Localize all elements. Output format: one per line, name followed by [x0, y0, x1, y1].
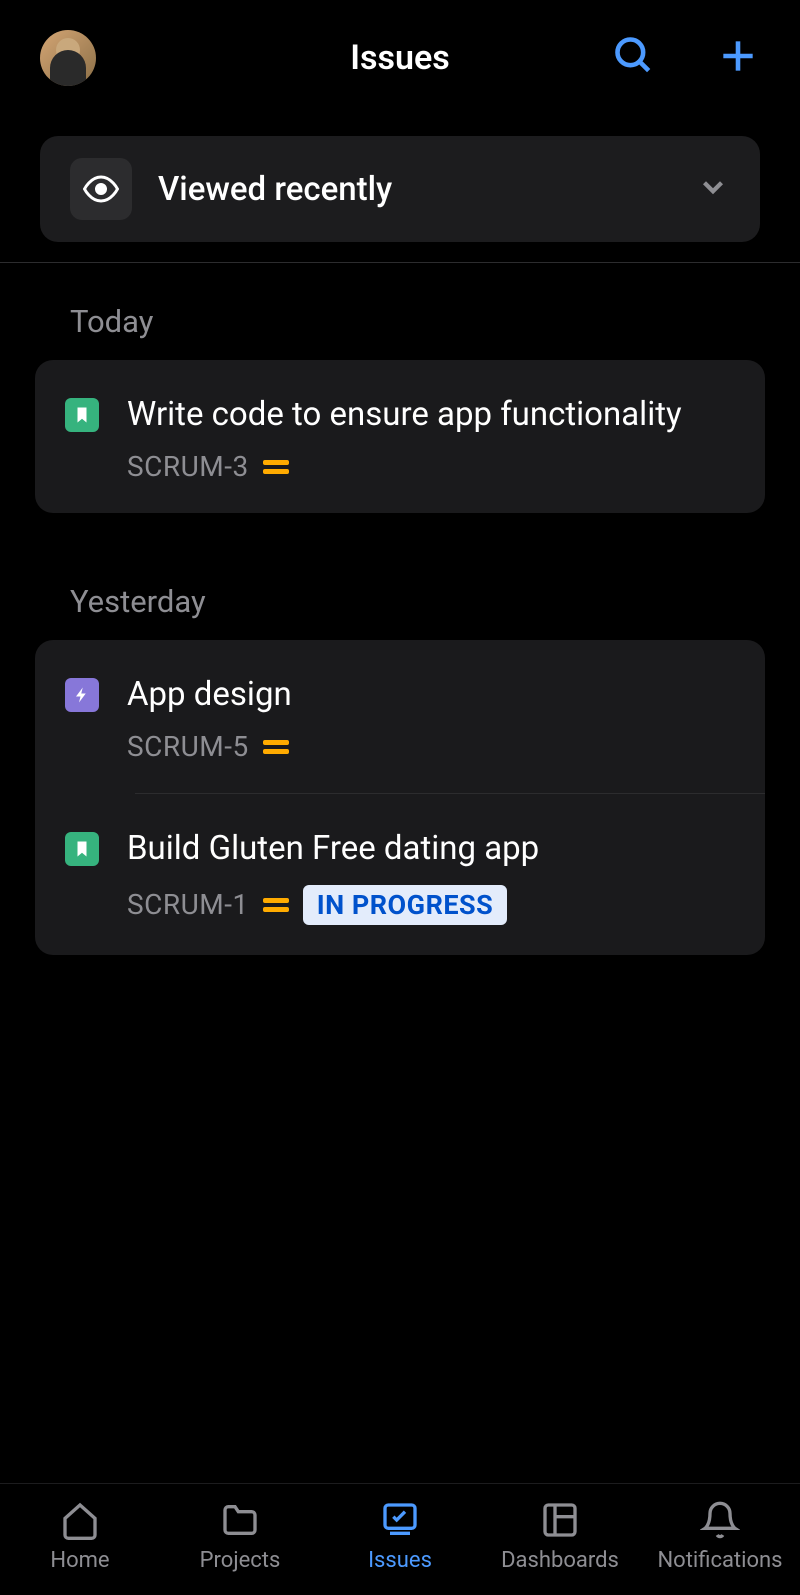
issue-meta: SCRUM-3 [127, 450, 735, 483]
content: Today Write code to ensure app functiona… [0, 263, 800, 1483]
issue-title: Write code to ensure app functionality [127, 392, 735, 438]
add-icon[interactable] [716, 34, 760, 82]
issue-card: Write code to ensure app functionality S… [35, 360, 765, 513]
bottom-nav: Home Projects Issues Dashboards Notifica… [0, 1483, 800, 1595]
issue-meta: SCRUM-5 [127, 730, 735, 763]
header-actions [612, 34, 760, 82]
nav-issues[interactable]: Issues [320, 1500, 480, 1573]
story-icon [65, 398, 99, 432]
issue-title: Build Gluten Free dating app [127, 826, 765, 872]
nav-label: Dashboards [501, 1548, 619, 1573]
epic-icon [65, 678, 99, 712]
nav-notifications[interactable]: Notifications [640, 1500, 800, 1573]
issue-card: App design SCRUM-5 Build Gluten Free dat… [35, 640, 765, 954]
issue-content: App design SCRUM-5 [127, 672, 735, 763]
nav-label: Notifications [657, 1548, 782, 1573]
priority-medium-icon [263, 460, 289, 474]
nav-label: Home [50, 1548, 109, 1573]
issue-item[interactable]: Build Gluten Free dating app SCRUM-1 IN … [135, 793, 765, 954]
issue-content: Build Gluten Free dating app SCRUM-1 IN … [127, 826, 765, 924]
priority-medium-icon [263, 898, 289, 912]
header: Issues [0, 0, 800, 116]
issue-key: SCRUM-1 [127, 888, 249, 921]
filter-dropdown[interactable]: Viewed recently [40, 136, 760, 242]
issue-title: App design [127, 672, 735, 718]
eye-icon [70, 158, 132, 220]
issue-content: Write code to ensure app functionality S… [127, 392, 735, 483]
filter-label: Viewed recently [158, 170, 670, 209]
avatar[interactable] [40, 30, 96, 86]
page-title: Issues [350, 38, 450, 78]
issue-item[interactable]: Write code to ensure app functionality S… [35, 360, 765, 513]
chevron-down-icon [696, 170, 730, 208]
nav-label: Projects [200, 1548, 281, 1573]
issue-key: SCRUM-3 [127, 450, 249, 483]
issue-meta: SCRUM-1 IN PROGRESS [127, 885, 765, 925]
story-icon [65, 832, 99, 866]
status-badge: IN PROGRESS [303, 885, 508, 925]
search-icon[interactable] [612, 34, 656, 82]
issue-key: SCRUM-5 [127, 730, 249, 763]
nav-projects[interactable]: Projects [160, 1500, 320, 1573]
issue-item[interactable]: App design SCRUM-5 [35, 640, 765, 793]
nav-label: Issues [368, 1548, 432, 1573]
nav-dashboards[interactable]: Dashboards [480, 1500, 640, 1573]
nav-home[interactable]: Home [0, 1500, 160, 1573]
section-header-yesterday: Yesterday [0, 513, 800, 640]
priority-medium-icon [263, 740, 289, 754]
section-header-today: Today [0, 263, 800, 360]
